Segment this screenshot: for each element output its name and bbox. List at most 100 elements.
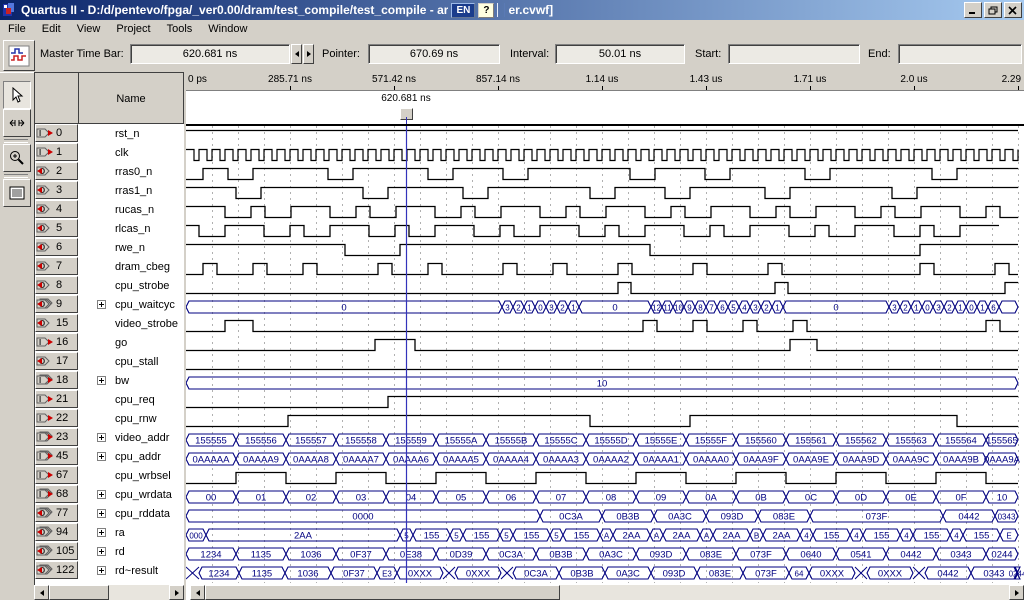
expand-plus-icon[interactable] [97,528,106,537]
signal-id-button[interactable]: O7 [35,257,78,275]
signal-row[interactable]: cpu_wrbsel [79,466,184,485]
signal-id-button[interactable]: O105 [35,542,78,560]
signal-row[interactable]: cpu_waitcyc [79,295,184,314]
signal-id-button[interactable]: I21 [35,390,78,408]
signal-name: cpu_addr [115,451,161,463]
names-horizontal-scrollbar[interactable] [34,585,184,600]
signal-row[interactable]: cpu_wrdata [79,485,184,504]
signal-row[interactable]: rras0_n [79,162,184,181]
signal-row[interactable]: cpu_req [79,390,184,409]
master-time-cursor-line[interactable] [406,117,407,124]
svg-text:0E38: 0E38 [400,550,422,561]
signal-row[interactable]: dram_cbeg [79,257,184,276]
svg-text:0AAAA9: 0AAAA9 [243,455,279,466]
signal-id-button[interactable]: I0 [35,124,78,142]
expand-plus-icon[interactable] [97,490,106,499]
signal-id-button[interactable]: I16 [35,333,78,351]
svg-text:1036: 1036 [297,569,318,580]
expand-plus-icon[interactable] [97,509,106,518]
close-button[interactable] [1004,2,1022,18]
signal-row[interactable]: rst_n [79,124,184,143]
menu-item-tools[interactable]: Tools [159,21,201,37]
signal-row[interactable]: rlcas_n [79,219,184,238]
wave-scroll-left-icon[interactable] [190,585,205,600]
menu-item-view[interactable]: View [69,21,109,37]
signal-row[interactable]: rras1_n [79,181,184,200]
signal-id-button[interactable]: I18 [35,371,78,389]
signal-id-button[interactable]: O3 [35,181,78,199]
signal-name: cpu_rddata [115,508,170,520]
zoom-tool-icon[interactable] [3,144,31,172]
signal-id-button[interactable]: O9 [35,295,78,313]
waveform-editor-icon[interactable] [3,40,35,71]
expand-plus-icon[interactable] [97,300,106,309]
signal-id-button[interactable]: O122 [35,561,78,579]
end-value[interactable] [898,44,1022,64]
signal-id-button[interactable]: O4 [35,200,78,218]
waveform-area[interactable]: 0321032101211109876543210321032101610155… [186,124,1024,585]
menu-item-edit[interactable]: Edit [34,21,69,37]
language-indicator[interactable]: EN [451,3,475,18]
signal-row[interactable]: cpu_rnw [79,409,184,428]
svg-text:02: 02 [306,493,317,504]
signal-row[interactable]: cpu_addr [79,447,184,466]
time-step-left-icon[interactable] [291,44,302,64]
menu-item-project[interactable]: Project [108,21,158,37]
signal-row[interactable]: video_strobe [79,314,184,333]
names-scroll-thumb[interactable] [49,585,109,600]
signal-names-panel: Name I0rst_nI1clkO2rras0_nO3rras1_nO4ruc… [34,72,186,600]
signal-row[interactable]: bw [79,371,184,390]
menu-item-window[interactable]: Window [200,21,255,37]
scroll-right-icon[interactable] [169,585,184,600]
expand-plus-icon[interactable] [97,433,106,442]
time-step-right-icon[interactable] [303,44,314,64]
time-ruler[interactable]: 0 ps285.71 ns571.42 ns857.14 ns1.14 us1.… [186,72,1024,91]
signal-id-button[interactable]: O15 [35,314,78,332]
signal-id-button[interactable]: I23 [35,428,78,446]
signal-id-button[interactable]: O2 [35,162,78,180]
signal-row[interactable]: rd [79,542,184,561]
start-value[interactable] [728,44,860,64]
minimize-button[interactable] [964,2,982,18]
signal-id-button[interactable]: I67 [35,466,78,484]
signal-row[interactable]: rwe_n [79,238,184,257]
expand-plus-icon[interactable] [97,452,106,461]
output-pin-icon: O [36,203,54,215]
signal-id-button[interactable]: O5 [35,219,78,237]
signal-row[interactable]: rucas_n [79,200,184,219]
signal-id-button[interactable]: O6 [35,238,78,256]
language-help-icon[interactable]: ? [478,3,494,18]
signal-row[interactable]: video_addr [79,428,184,447]
svg-text:00: 00 [206,493,217,504]
expand-plus-icon[interactable] [97,376,106,385]
wave-horizontal-scrollbar[interactable] [190,585,1024,600]
language-bar-grip[interactable] [497,3,505,17]
wave-scroll-thumb[interactable] [205,585,560,600]
signal-id-button[interactable]: O94 [35,523,78,541]
scroll-left-icon[interactable] [34,585,49,600]
fullscreen-tool-icon[interactable] [3,179,31,207]
signal-id-button[interactable]: O17 [35,352,78,370]
signal-id-button[interactable]: I45 [35,447,78,465]
master-time-bar-value[interactable]: 620.681 ns [130,44,290,64]
signal-row[interactable]: ra [79,523,184,542]
expand-plus-icon[interactable] [97,566,106,575]
wave-scroll-right-icon[interactable] [1009,585,1024,600]
signal-row[interactable]: clk [79,143,184,162]
signal-id-button[interactable]: I68 [35,485,78,503]
restore-button[interactable] [984,2,1002,18]
signal-id-button[interactable]: O77 [35,504,78,522]
signal-id-button[interactable]: I22 [35,409,78,427]
expand-plus-icon[interactable] [97,547,106,556]
signal-row[interactable]: cpu_strobe [79,276,184,295]
signal-row[interactable]: cpu_stall [79,352,184,371]
signal-row[interactable]: rd~result [79,561,184,580]
signal-id-button[interactable]: O8 [35,276,78,294]
ruler-tick-mark [810,86,811,90]
signal-row[interactable]: cpu_rddata [79,504,184,523]
menu-item-file[interactable]: File [0,21,34,37]
signal-id-button[interactable]: I1 [35,143,78,161]
fit-in-window-tool-icon[interactable] [3,109,31,137]
selection-tool-icon[interactable] [3,81,31,109]
signal-row[interactable]: go [79,333,184,352]
